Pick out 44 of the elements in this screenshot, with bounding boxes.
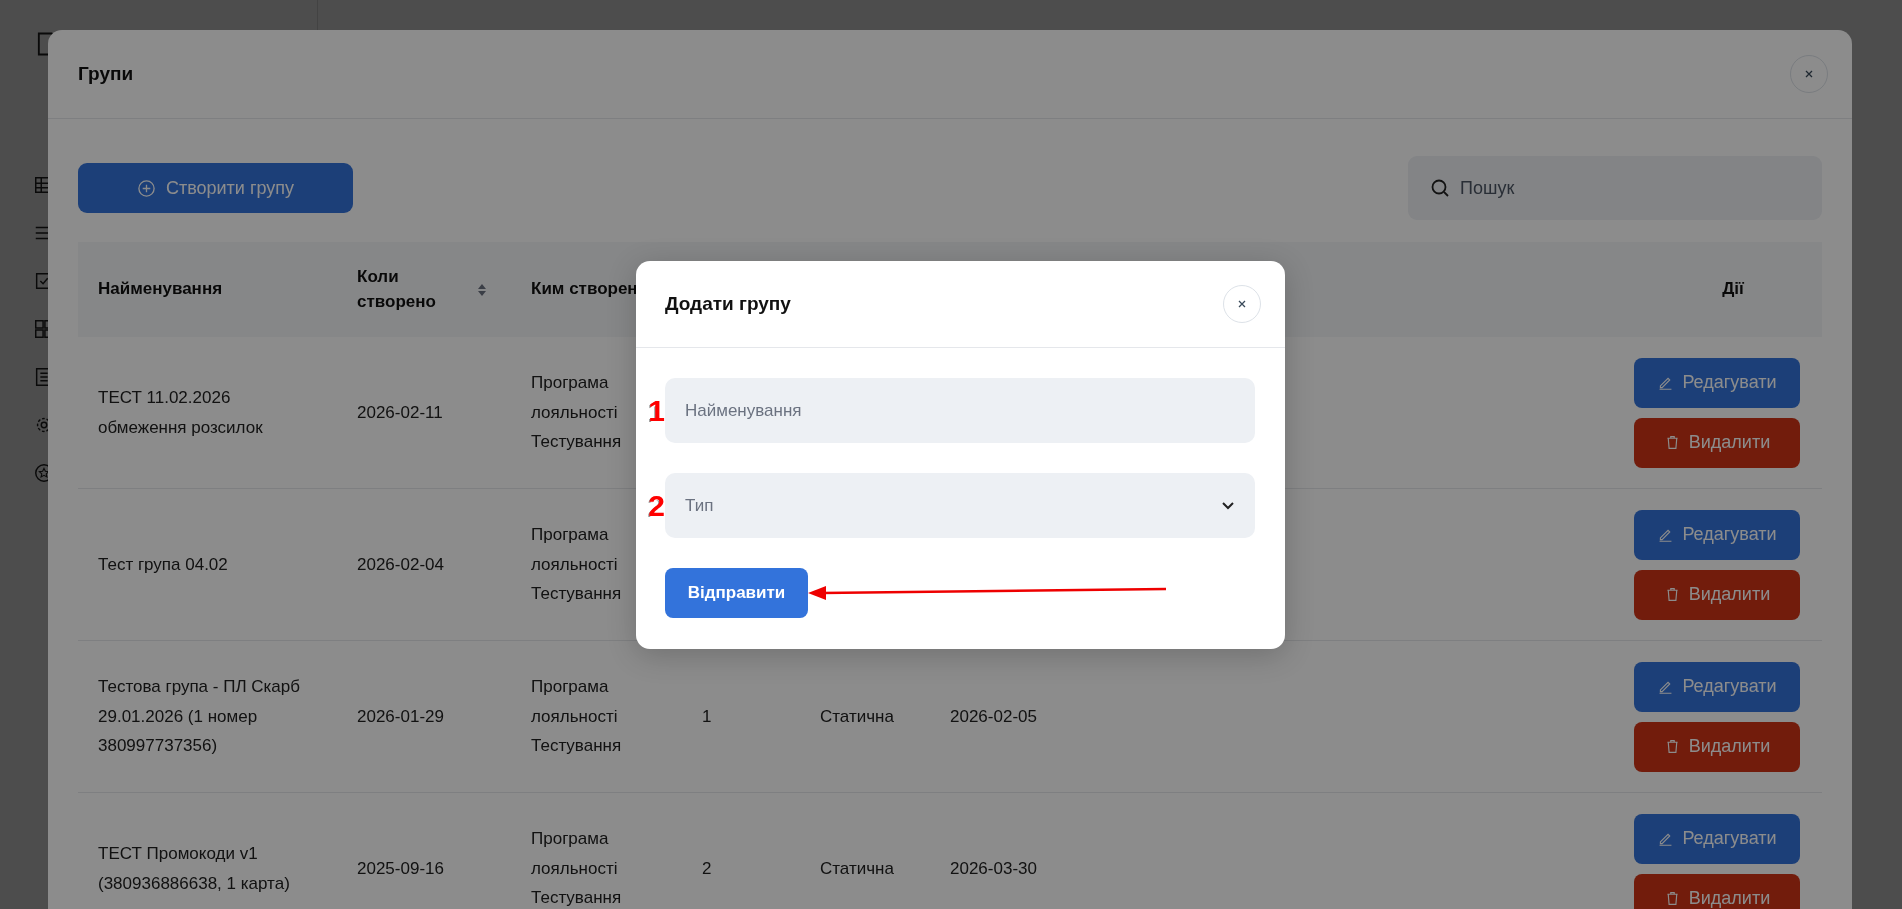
close-icon [1237,299,1247,309]
column-header: Дії [1722,278,1744,301]
edit-button[interactable]: Редагувати [1634,357,1800,408]
create-group-button[interactable]: Створити групу [78,163,353,213]
table-cell: Тестова група - ПЛ Скарб 29.01.2026 (1 номер 380997737356) [98,676,301,756]
edit-button[interactable]: Редагувати [1634,661,1800,712]
table-cell: ТЕСТ Промокоди v1 (380936886638, 1 карта) [98,843,290,893]
column-header: Ким створен [531,278,638,301]
delete-button[interactable]: Видалити [1634,569,1800,620]
table-cell: 2 [702,858,712,878]
table-cell-text: Програма лояльності Тестування [531,523,623,606]
table-cell: 2025-09-16 [357,858,444,878]
close-icon [1804,69,1814,79]
table-cell: 2026-02-04 [357,554,444,574]
edit-button[interactable]: Редагувати [1634,509,1800,560]
chevron-down-icon [1221,500,1235,511]
table-cell-text: Програма лояльності Тестування [531,827,623,909]
column-header[interactable]: Коли створено [357,264,467,315]
table-cell: 1 [702,706,712,726]
table-cell-text: Програма лояльності Тестування [531,371,623,454]
table-cell: Статична [820,858,894,878]
dialog-title: Додати групу [665,293,791,315]
table-cell: 2026-02-11 [357,402,443,422]
dialog-title: Групи [78,63,134,85]
table-cell-text: Програма лояльності Тестування [531,675,623,758]
name-input-field[interactable]: Найменування [665,378,1255,443]
delete-button[interactable]: Видалити [1634,721,1800,772]
edit-button[interactable]: Редагувати [1634,813,1800,864]
table-cell: ТЕСТ 11.02.2026 обмеження розсилок [98,387,263,437]
submit-button[interactable]: Відправити [665,568,808,618]
step-number: 2 [647,488,665,523]
delete-button[interactable]: Видалити [1634,873,1800,909]
table-cell: 2026-02-05 [950,706,1037,726]
search-field[interactable]: Пошук [1408,156,1822,220]
delete-button[interactable]: Видалити [1634,417,1800,468]
plus-circle-icon [136,178,156,198]
type-select-field[interactable]: Тип [665,473,1255,538]
table-cell: 2026-01-29 [357,706,444,726]
table-cell: 2026-03-30 [950,858,1037,878]
sort-icon[interactable] [477,282,487,297]
step-number: 1 [647,393,665,428]
table-cell: Тест група 04.02 [98,554,228,574]
column-header: Найменування [98,278,223,301]
table-cell: Статична [820,706,894,726]
